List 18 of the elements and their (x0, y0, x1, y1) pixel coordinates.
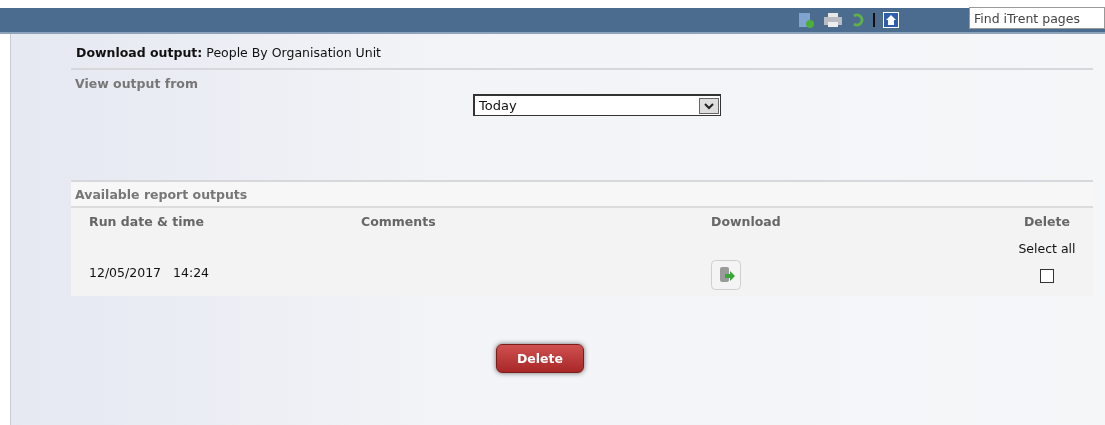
column-header: Comments (361, 214, 436, 229)
caret-icon (699, 97, 719, 114)
column-header: Download (711, 214, 781, 229)
home-icon[interactable] (883, 12, 899, 28)
period-dropdown[interactable]: Today (473, 94, 721, 116)
page-title: Download output: People By Organisation Unit (71, 45, 1093, 70)
section-label: View output from (74, 75, 199, 91)
column-header: Run date & time (89, 214, 204, 229)
search-field[interactable]: Find iTrent pages (969, 7, 1105, 29)
checkbox[interactable] (1040, 268, 1054, 283)
select-all-link[interactable]: Select all (1018, 241, 1076, 256)
print-icon[interactable] (823, 12, 843, 28)
download-icon[interactable] (711, 260, 741, 290)
section-label: Available report outputs (71, 182, 1093, 208)
delete-button[interactable]: Delete (495, 344, 585, 373)
column-header: Delete (1023, 214, 1071, 229)
run-date: 12/05/2017 (89, 264, 162, 280)
run-time: 14:24 (173, 264, 210, 280)
